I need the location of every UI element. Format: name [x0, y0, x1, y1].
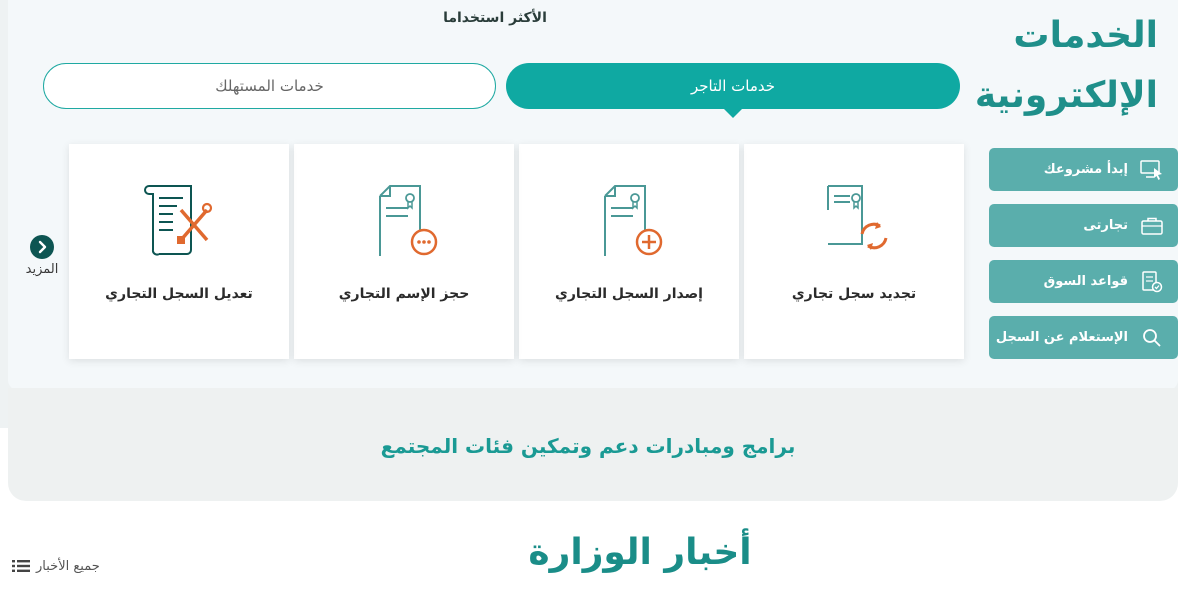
list-icon: [12, 560, 30, 572]
sidebar-item-label: إبدأ مشروعك: [1043, 162, 1128, 177]
most-used-heading: الأكثر استخداما: [443, 10, 547, 26]
renew-document-icon: [827, 185, 888, 250]
card-reserve-trade-name[interactable]: حجز الإسم التجاري: [294, 144, 514, 359]
sidebar-item-label: الإستعلام عن السجل: [995, 330, 1128, 345]
sidebar-item-label: قواعد السوق: [1043, 274, 1128, 289]
more-label[interactable]: المزيد: [20, 262, 64, 277]
card-edit-registration[interactable]: تعديل السجل التجاري: [69, 144, 289, 359]
card-renew-registration[interactable]: تجديد سجل تجاري: [744, 144, 964, 359]
programs-heading: برامج ومبادرات دعم وتمكين فئات المجتمع: [380, 434, 796, 458]
news-heading: أخبار الوزارة: [528, 532, 752, 573]
card-label: إصدار السجل التجاري: [555, 286, 703, 302]
card-label: تعديل السجل التجاري: [105, 286, 253, 302]
briefcase-icon: [1141, 217, 1163, 235]
sidebar-item-registry-inquiry[interactable]: الإستعلام عن السجل: [989, 316, 1178, 359]
all-news-label: جميع الأخبار: [36, 558, 100, 574]
computer-cursor-icon: [1140, 160, 1162, 180]
tab-consumer-label: خدمات المستهلك: [215, 77, 324, 95]
card-label: حجز الإسم التجاري: [338, 286, 470, 302]
edit-document-icon: [144, 185, 213, 256]
sidebar-item-my-trade[interactable]: تجارتى: [989, 204, 1178, 247]
title-line-1: الخدمات: [1013, 15, 1158, 56]
issue-document-icon: [604, 185, 663, 256]
tab-merchant-services[interactable]: خدمات التاجر: [506, 63, 960, 118]
reserve-name-icon: [379, 185, 438, 256]
card-label: تجديد سجل تجاري: [791, 286, 917, 302]
tab-merchant-label: خدمات التاجر: [690, 77, 776, 95]
section-title: الخدمات الإلكترونية: [958, 6, 1158, 126]
title-line-2: الإلكترونية: [974, 75, 1158, 116]
more-button[interactable]: [30, 235, 54, 259]
search-icon: [1143, 329, 1161, 347]
rules-document-icon: [1142, 271, 1163, 293]
sidebar-item-label: تجارتى: [1083, 218, 1128, 233]
sidebar-item-start-project[interactable]: إبدأ مشروعك: [989, 148, 1178, 191]
all-news-link[interactable]: جميع الأخبار: [12, 556, 112, 576]
chevron-right-icon: [38, 240, 47, 254]
card-issue-registration[interactable]: إصدار السجل التجاري: [519, 144, 739, 359]
tab-consumer-services[interactable]: خدمات المستهلك: [43, 63, 496, 109]
sidebar-item-market-rules[interactable]: قواعد السوق: [989, 260, 1178, 303]
